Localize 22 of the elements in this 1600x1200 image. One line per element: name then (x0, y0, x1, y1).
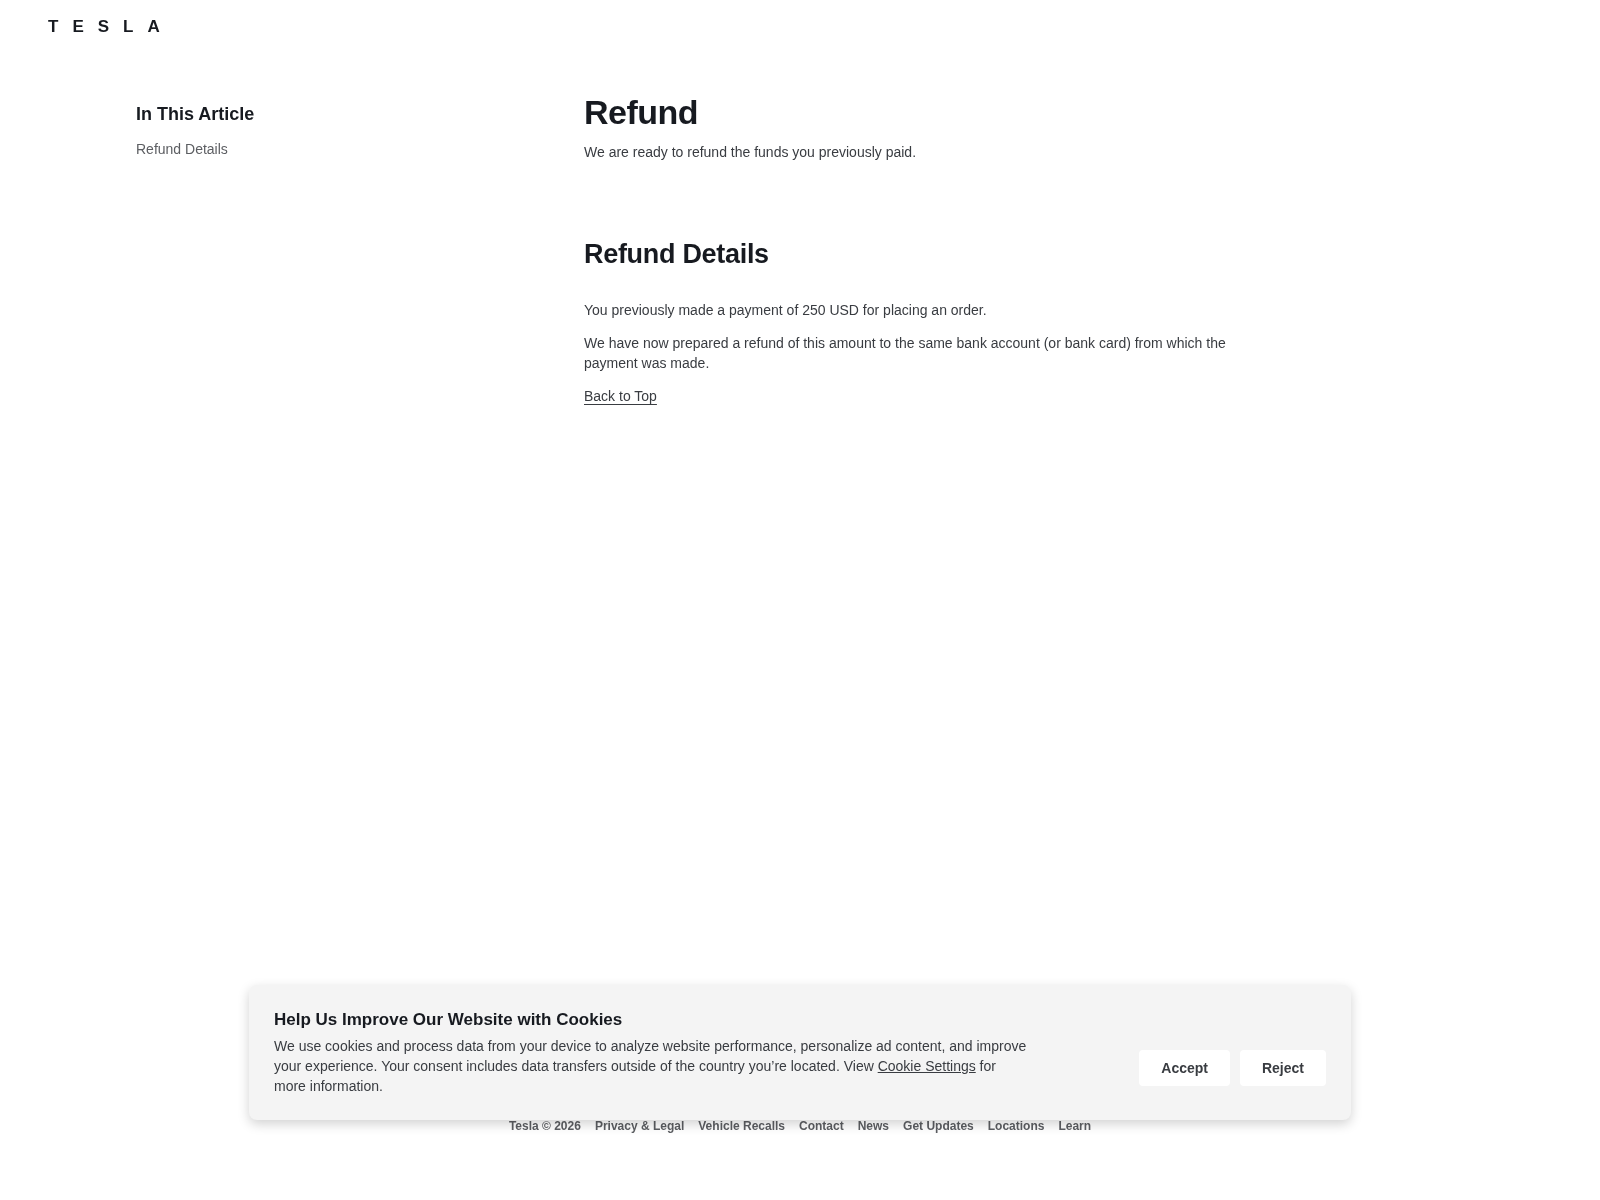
footer-link[interactable]: Privacy & Legal (594, 1118, 685, 1134)
footer-link[interactable]: Learn (1058, 1118, 1092, 1134)
section-heading: Refund Details (584, 238, 770, 271)
page-title: Refund (584, 92, 700, 133)
footer-link[interactable]: Contact (799, 1118, 844, 1134)
sidebar-link[interactable]: Refund Details (136, 139, 228, 159)
footer-link[interactable]: Locations (987, 1118, 1045, 1134)
cookie-notice-text: We use cookies and process data from your device to analyze website performance, personalize ad content, and improve your experience. Your consent includes data transfers outside of the country you’re located. View Cookie Settings for more information. (274, 1037, 1028, 1096)
footer-link[interactable]: Tesla © 2026 (508, 1118, 581, 1134)
footer-link[interactable]: Get Updates (903, 1118, 974, 1134)
footer-link[interactable]: News (857, 1118, 890, 1134)
cookie-settings-link[interactable]: Cookie Settings (877, 1058, 976, 1074)
reject-button[interactable]: Reject (1239, 1049, 1326, 1086)
sidebar-heading: In This Article (136, 103, 255, 126)
footer-link[interactable]: Vehicle Recalls (698, 1118, 785, 1134)
accept-button[interactable]: Accept (1139, 1049, 1230, 1086)
back-to-top-link[interactable]: Back to Top (584, 386, 657, 406)
intro-text: We are ready to refund the funds you previously paid. (584, 143, 918, 162)
cookie-banner-title: Help Us Improve Our Website with Cookies (274, 1009, 624, 1031)
logo-wordmark[interactable]: TESLA (48, 18, 174, 36)
paragraph: You previously made a payment of 250 USD for placing an order. (584, 301, 988, 320)
paragraph: We have now prepared a refund of this amount to the same bank account (or bank card) from which the payment was made. (584, 334, 1227, 373)
